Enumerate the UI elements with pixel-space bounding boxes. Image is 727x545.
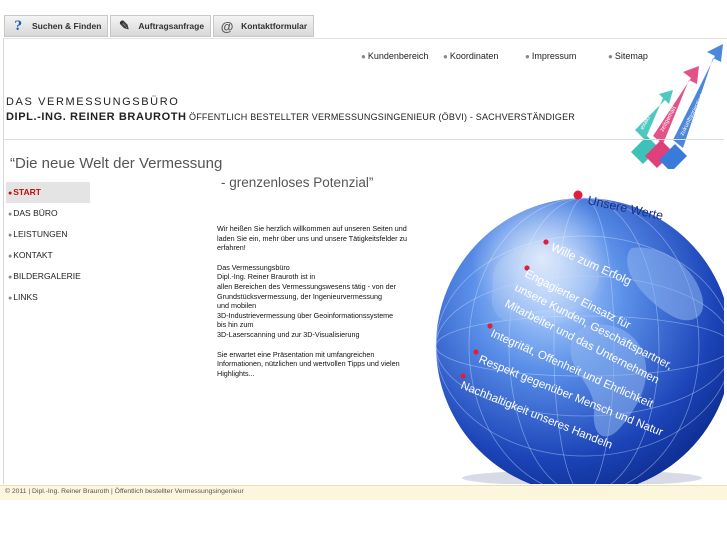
bullet-icon: ● [8, 295, 13, 302]
bullet-icon: ● [8, 232, 13, 239]
nav-customer-area[interactable]: ● Kundenbereich [361, 51, 428, 61]
nav-imprint[interactable]: ● Impressum [525, 51, 576, 61]
brand-line-2: DIPL.-ING. REINER BRAUROTH [6, 111, 187, 123]
bullet-icon: ● [608, 52, 613, 61]
sidebar-item-kontakt[interactable]: ●KONTAKT [6, 245, 90, 266]
search-find-tab[interactable]: ? Suchen & Finden [4, 15, 109, 37]
value-bullet [487, 323, 493, 329]
intro-line: und mobilen [217, 301, 257, 311]
value-bullet [543, 239, 549, 245]
contact-form-label: Kontaktformular [241, 21, 308, 31]
arrow-label-3: zukunftsorientiert [679, 93, 705, 137]
intro-line: Dipl.-Ing. Reiner Brauroth ist in [217, 272, 316, 282]
sidebar-item-label: START [13, 187, 41, 197]
value-bullet [473, 349, 479, 355]
pen-icon: ✎ [118, 18, 130, 33]
bullet-icon: ● [8, 253, 13, 260]
brand-line-3: ÖFFENTLICH BESTELLTER VERMESSUNGSINGENIE… [189, 112, 575, 122]
brand-line-1: DAS VERMESSUNGSBÜRO [6, 96, 180, 108]
mail-icon: @ [220, 18, 234, 34]
sidebar-item-label: BILDERGALERIE [13, 271, 81, 281]
nav-customer-area-label: Kundenbereich [367, 51, 429, 61]
value-bullet [573, 190, 583, 200]
top-toolbar: ? Suchen & Finden ✎ Auftragsanfrage @ Ko… [0, 0, 727, 38]
intro-line: Grundstücksvermessung, der Ingenieurverm… [217, 291, 382, 301]
sidebar-item-label: DAS BÜRO [13, 208, 58, 218]
order-request-label: Auftragsanfrage [138, 21, 205, 31]
footer-text: © 2011 | Dipl.-Ing. Reiner Brauroth | Öf… [5, 488, 244, 495]
intro-paragraph-3: Sie erwartet eine Präsentation mit umfan… [217, 349, 400, 378]
nav-coordinates-label: Koordinaten [449, 51, 499, 61]
intro-text: Wir heißen Sie herzlich willkommen auf u… [217, 224, 422, 388]
sidebar-item-leistungen[interactable]: ●LEISTUNGEN [6, 224, 90, 245]
intro-line: 3D-Laserscanning und zur 3D-Visualisieru… [217, 329, 360, 339]
nav-imprint-label: Impressum [531, 51, 577, 61]
sidebar-item-label: LEISTUNGEN [13, 229, 68, 239]
bullet-icon: ● [8, 211, 13, 218]
sidebar-item-links[interactable]: ●LINKS [6, 287, 90, 308]
sidebar-item-start[interactable]: ●START [6, 182, 90, 203]
slogan-line-1: “Die neue Welt der Vermessung [10, 155, 223, 172]
arrows-logo: exakt zeitgemäß zukunftsorientiert [631, 44, 723, 169]
sidebar-nav: ●START ●DAS BÜRO ●LEISTUNGEN ●KONTAKT ●B… [6, 182, 90, 308]
search-find-label: Suchen & Finden [32, 21, 102, 31]
order-request-tab[interactable]: ✎ Auftragsanfrage [110, 15, 212, 37]
intro-paragraph-2: Das Vermessungsbüro Dipl.-Ing. Reiner Br… [217, 263, 422, 340]
bullet-icon: ● [525, 52, 530, 61]
bullet-icon: ● [8, 274, 13, 281]
header-divider [4, 139, 724, 140]
intro-line: allen Bereichen des Vermessungswesens tä… [217, 281, 396, 291]
sidebar-item-das-buero[interactable]: ●DAS BÜRO [6, 203, 90, 224]
bullet-icon: ● [8, 190, 13, 197]
intro-line: bis hin zum [217, 320, 254, 330]
nav-coordinates[interactable]: ● Koordinaten [443, 51, 498, 61]
globe-graphic: Unsere Werte Wille zum Erfolg Engagierte… [435, 188, 724, 484]
sidebar-item-bildergalerie[interactable]: ●BILDERGALERIE [6, 266, 90, 287]
sidebar-item-label: KONTAKT [13, 250, 53, 260]
intro-line: 3D-Industrievermessung über Geoinformati… [217, 310, 394, 320]
bullet-icon: ● [443, 52, 448, 61]
intro-paragraph-1: Wir heißen Sie herzlich willkommen auf u… [217, 224, 408, 253]
bullet-icon: ● [361, 52, 366, 61]
intro-line: Das Vermessungsbüro [217, 262, 290, 272]
sidebar-item-label: LINKS [13, 292, 38, 302]
question-icon: ? [14, 18, 22, 34]
contact-form-tab[interactable]: @ Kontaktformular [213, 15, 315, 37]
slogan-line-2: - grenzenloses Potenzial” [221, 175, 374, 190]
value-bullet [460, 373, 466, 379]
